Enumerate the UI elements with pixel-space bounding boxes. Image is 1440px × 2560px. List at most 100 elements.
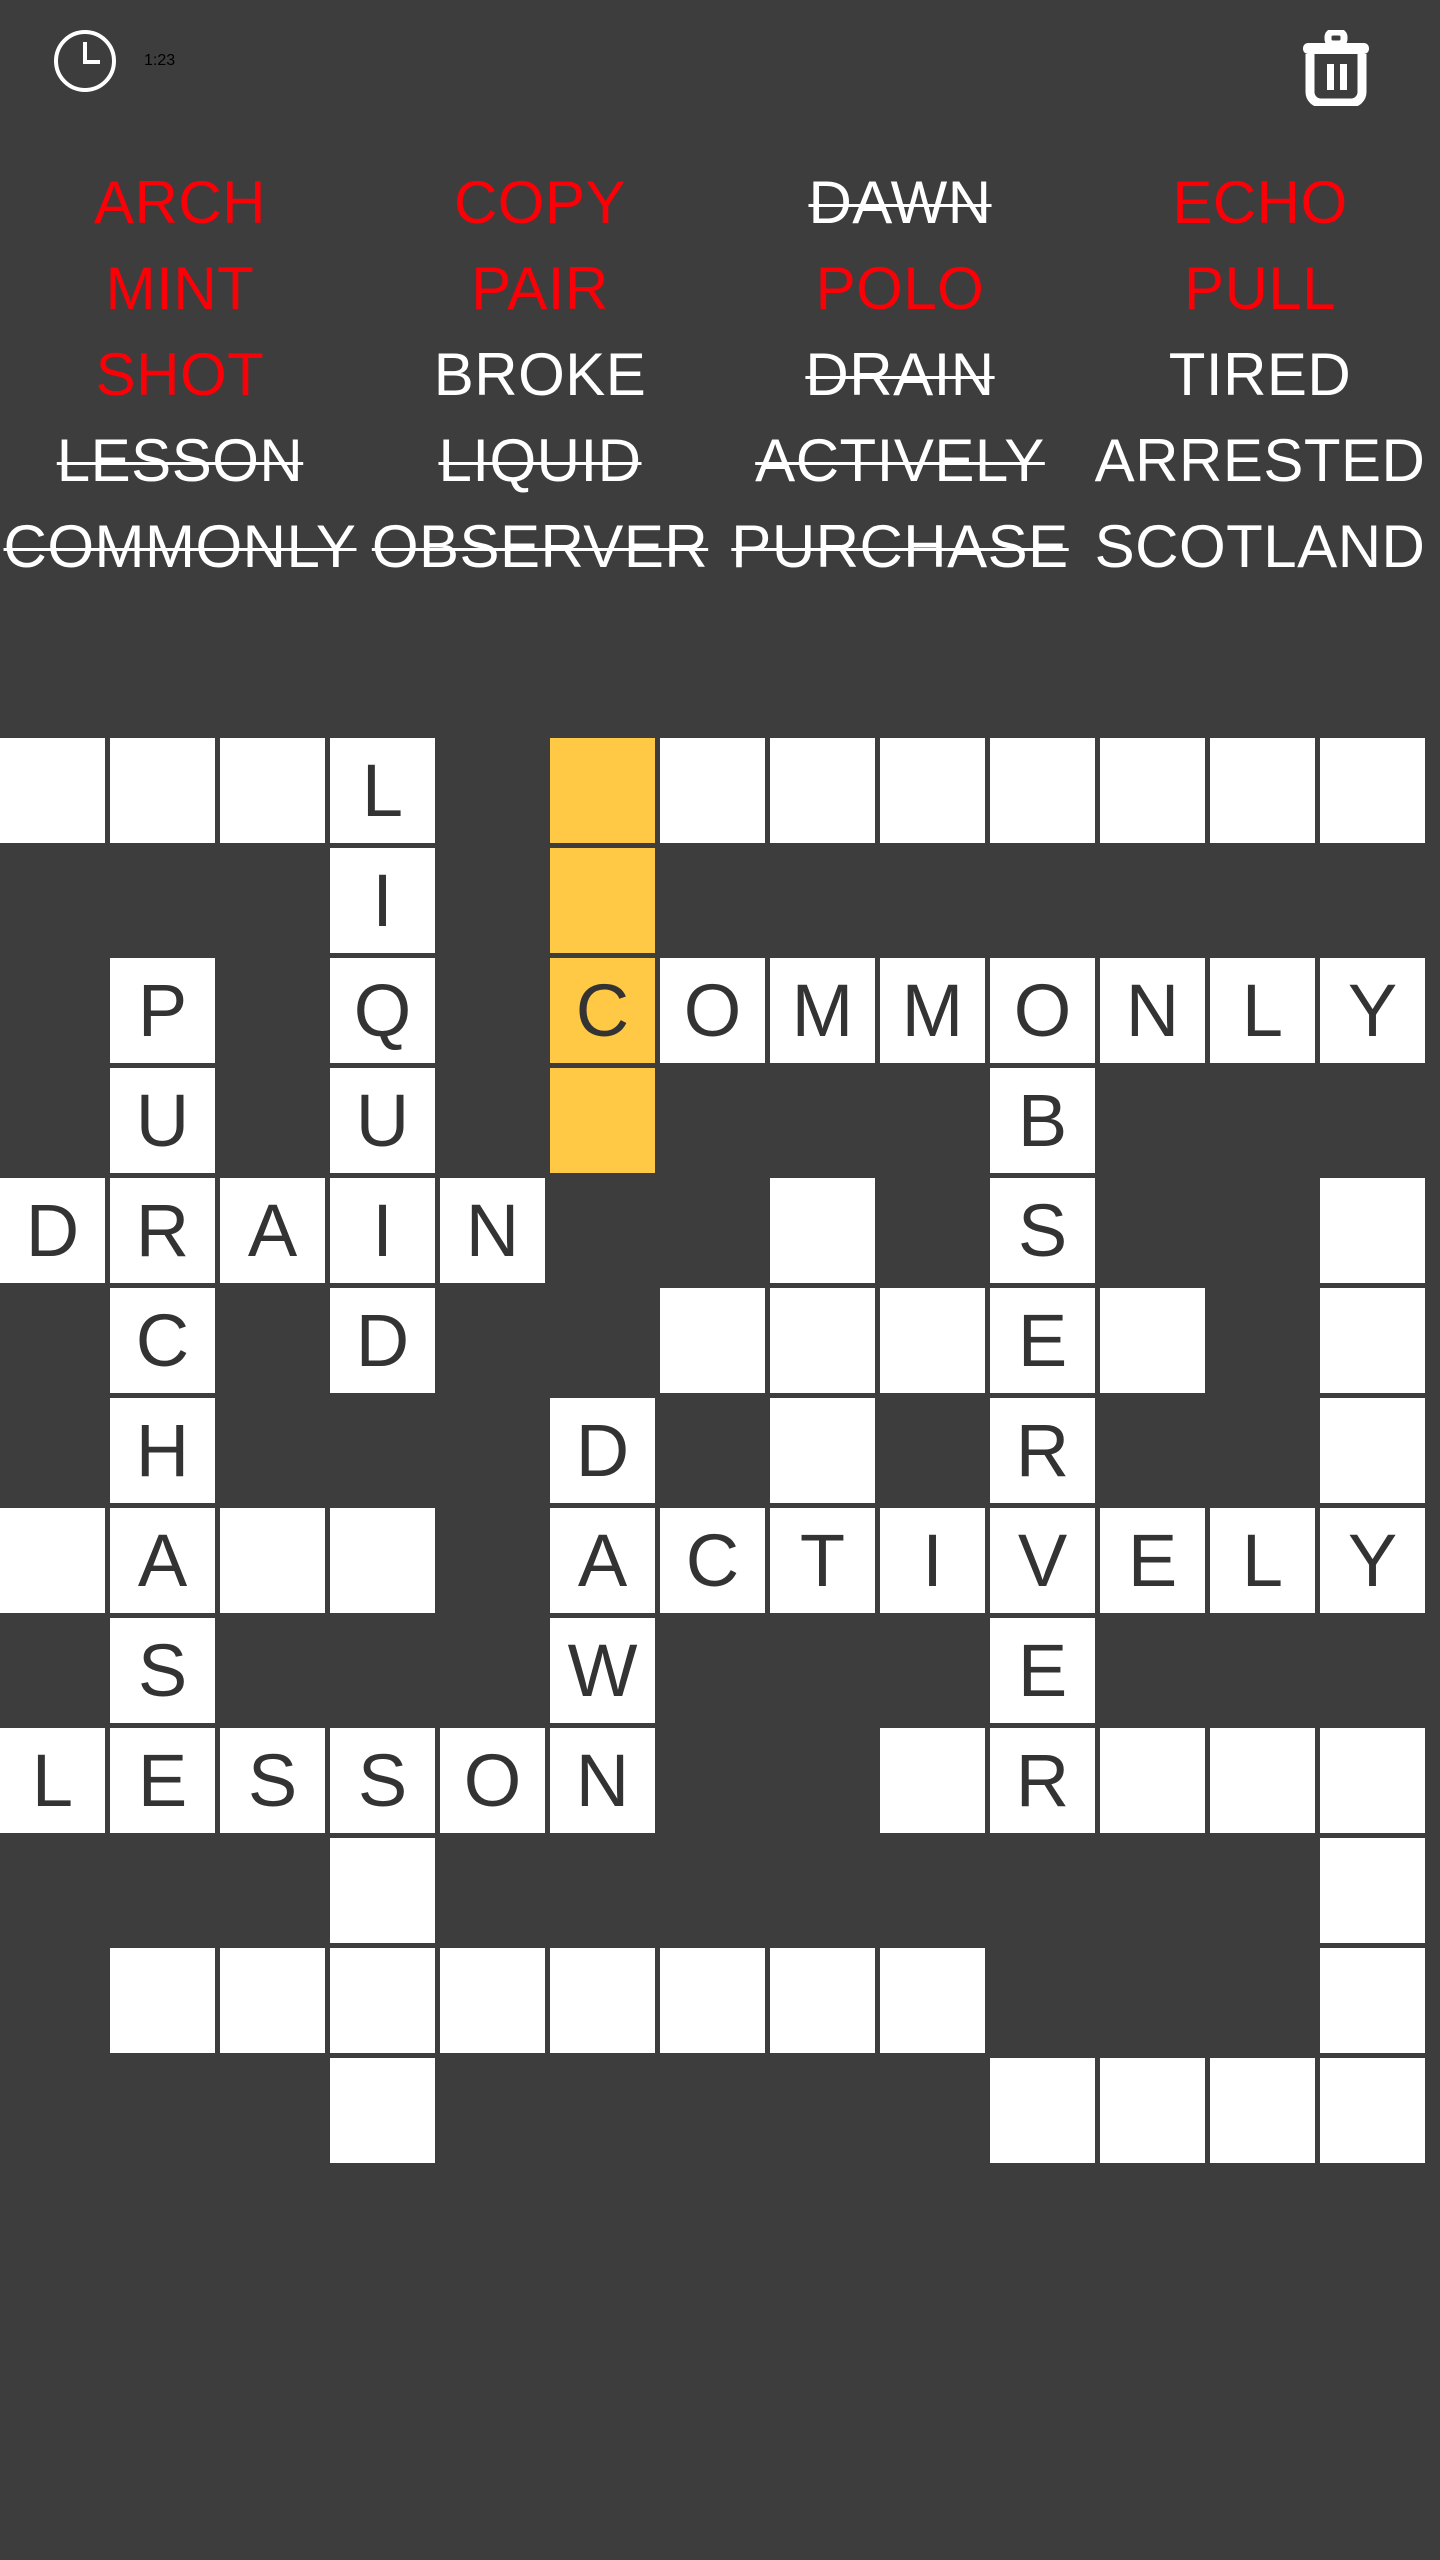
word-list-item[interactable]: ACTIVELY [720,418,1080,504]
crossword-cell-r4-c9[interactable]: S [990,1178,1095,1283]
crossword-cell-r9-c0[interactable]: L [0,1728,105,1833]
crossword-cell-r5-c10[interactable] [1100,1288,1205,1393]
crossword-cell-r11-c4[interactable] [440,1948,545,2053]
crossword-cell-r6-c12[interactable] [1320,1398,1425,1503]
crossword-cell-r5-c9[interactable]: E [990,1288,1095,1393]
crossword-cell-r5-c6[interactable] [660,1288,765,1393]
crossword-cell-r12-c12[interactable] [1320,2058,1425,2163]
crossword-cell-r11-c3[interactable] [330,1948,435,2053]
crossword-cell-r2-c9[interactable]: O [990,958,1095,1063]
crossword-cell-r6-c1[interactable]: H [110,1398,215,1503]
crossword-cell-r11-c7[interactable] [770,1948,875,2053]
crossword-cell-r6-c5[interactable]: D [550,1398,655,1503]
crossword-cell-r7-c12[interactable]: Y [1320,1508,1425,1613]
crossword-cell-r11-c6[interactable] [660,1948,765,2053]
crossword-cell-r8-c9[interactable]: E [990,1618,1095,1723]
crossword-cell-r7-c2[interactable] [220,1508,325,1613]
crossword-cell-r6-c9[interactable]: R [990,1398,1095,1503]
crossword-cell-r2-c12[interactable]: Y [1320,958,1425,1063]
word-list-item[interactable]: LIQUID [360,418,720,504]
crossword-cell-r0-c12[interactable] [1320,738,1425,843]
crossword-cell-r0-c8[interactable] [880,738,985,843]
word-list-item[interactable]: COPY [360,160,720,246]
crossword-cell-r8-c1[interactable]: S [110,1618,215,1723]
crossword-cell-r4-c1[interactable]: R [110,1178,215,1283]
word-list-item[interactable]: SHOT [0,332,360,418]
crossword-cell-r12-c3[interactable] [330,2058,435,2163]
crossword-cell-r9-c4[interactable]: O [440,1728,545,1833]
crossword-cell-r12-c10[interactable] [1100,2058,1205,2163]
crossword-cell-r5-c12[interactable] [1320,1288,1425,1393]
crossword-cell-r4-c0[interactable]: D [0,1178,105,1283]
crossword-grid[interactable]: LIPQCOMMONLYUUBDRAINSCDEHDRAACTIVELYSWEL… [0,738,1435,2173]
crossword-cell-r11-c12[interactable] [1320,1948,1425,2053]
crossword-cell-r5-c1[interactable]: C [110,1288,215,1393]
crossword-cell-r7-c8[interactable]: I [880,1508,985,1613]
crossword-cell-r4-c7[interactable] [770,1178,875,1283]
crossword-cell-r9-c1[interactable]: E [110,1728,215,1833]
word-list-item[interactable]: LESSON [0,418,360,504]
word-list-item[interactable]: BROKE [360,332,720,418]
crossword-cell-r9-c8[interactable] [880,1728,985,1833]
crossword-cell-r9-c2[interactable]: S [220,1728,325,1833]
crossword-cell-r7-c10[interactable]: E [1100,1508,1205,1613]
crossword-cell-r0-c2[interactable] [220,738,325,843]
crossword-cell-r0-c9[interactable] [990,738,1095,843]
crossword-cell-r9-c10[interactable] [1100,1728,1205,1833]
crossword-cell-r5-c7[interactable] [770,1288,875,1393]
crossword-cell-r11-c8[interactable] [880,1948,985,2053]
crossword-cell-r7-c11[interactable]: L [1210,1508,1315,1613]
crossword-cell-r0-c11[interactable] [1210,738,1315,843]
crossword-cell-r3-c5[interactable] [550,1068,655,1173]
crossword-cell-r2-c1[interactable]: P [110,958,215,1063]
crossword-cell-r2-c10[interactable]: N [1100,958,1205,1063]
crossword-cell-r2-c8[interactable]: M [880,958,985,1063]
word-list-item[interactable]: MINT [0,246,360,332]
crossword-cell-r7-c0[interactable] [0,1508,105,1613]
crossword-cell-r2-c11[interactable]: L [1210,958,1315,1063]
crossword-cell-r3-c9[interactable]: B [990,1068,1095,1173]
crossword-cell-r0-c5[interactable] [550,738,655,843]
crossword-cell-r11-c1[interactable] [110,1948,215,2053]
crossword-cell-r4-c2[interactable]: A [220,1178,325,1283]
crossword-cell-r5-c3[interactable]: D [330,1288,435,1393]
crossword-cell-r2-c3[interactable]: Q [330,958,435,1063]
word-list-item[interactable]: OBSERVER [360,504,720,590]
crossword-cell-r1-c5[interactable] [550,848,655,953]
word-list-item[interactable]: TIRED [1080,332,1440,418]
crossword-cell-r9-c3[interactable]: S [330,1728,435,1833]
crossword-cell-r6-c7[interactable] [770,1398,875,1503]
crossword-cell-r7-c5[interactable]: A [550,1508,655,1613]
crossword-cell-r7-c6[interactable]: C [660,1508,765,1613]
word-list-item[interactable]: DRAIN [720,332,1080,418]
crossword-cell-r0-c1[interactable] [110,738,215,843]
crossword-cell-r7-c7[interactable]: T [770,1508,875,1613]
word-list-item[interactable]: ECHO [1080,160,1440,246]
crossword-cell-r9-c9[interactable]: R [990,1728,1095,1833]
crossword-cell-r3-c3[interactable]: U [330,1068,435,1173]
word-list-item[interactable]: SCOTLAND [1080,504,1440,590]
crossword-cell-r8-c5[interactable]: W [550,1618,655,1723]
trash-icon[interactable] [1300,30,1372,106]
crossword-cell-r1-c3[interactable]: I [330,848,435,953]
word-list-item[interactable]: DAWN [720,160,1080,246]
crossword-cell-r0-c0[interactable] [0,738,105,843]
crossword-cell-r0-c6[interactable] [660,738,765,843]
word-list-item[interactable]: PULL [1080,246,1440,332]
crossword-cell-r9-c12[interactable] [1320,1728,1425,1833]
crossword-cell-r2-c5[interactable]: C [550,958,655,1063]
word-list-item[interactable]: POLO [720,246,1080,332]
crossword-cell-r11-c5[interactable] [550,1948,655,2053]
crossword-cell-r5-c8[interactable] [880,1288,985,1393]
crossword-cell-r11-c2[interactable] [220,1948,325,2053]
crossword-cell-r10-c3[interactable] [330,1838,435,1943]
crossword-cell-r2-c7[interactable]: M [770,958,875,1063]
crossword-cell-r7-c3[interactable] [330,1508,435,1613]
crossword-cell-r10-c12[interactable] [1320,1838,1425,1943]
word-list-item[interactable]: ARCH [0,160,360,246]
crossword-cell-r9-c5[interactable]: N [550,1728,655,1833]
crossword-cell-r12-c9[interactable] [990,2058,1095,2163]
word-list-item[interactable]: PURCHASE [720,504,1080,590]
crossword-cell-r4-c12[interactable] [1320,1178,1425,1283]
word-list-item[interactable]: COMMONLY [0,504,360,590]
